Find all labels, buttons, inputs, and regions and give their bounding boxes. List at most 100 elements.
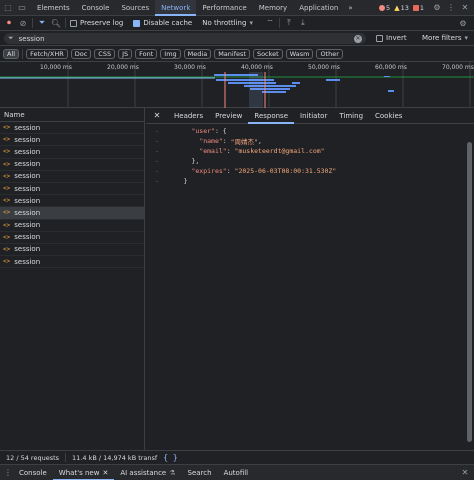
device-toolbar-icon[interactable]: ▭ [17,3,27,13]
request-row[interactable]: <> session [0,220,144,232]
drawer-tab-search[interactable]: Search [182,465,218,480]
type-filter-media[interactable]: Media [183,48,212,59]
requests-list: <> session <> session <> session <> session <> se… [0,122,144,269]
more-tabs-button[interactable]: » [344,0,356,16]
close-devtools-icon[interactable]: ✕ [460,3,470,13]
tab-response[interactable]: Response [248,108,295,124]
close-tab-icon[interactable]: ✕ [102,469,108,477]
drawer-tab-autofill[interactable]: Autofill [218,465,255,480]
type-filter-all[interactable]: All [3,48,20,59]
errors-badge[interactable]: 5 [379,4,390,12]
request-detail-panel: ✕ Headers Preview Response Initiator Tim… [146,108,474,450]
tab-console[interactable]: Console [76,0,116,16]
network-settings-gear-icon[interactable]: ⚙ [458,18,468,28]
invert-checkbox[interactable]: Invert [376,34,407,42]
inspect-element-icon[interactable]: ⬚ [3,3,13,13]
json-punctuation: : [222,137,231,145]
timeline-highlight [249,72,263,108]
name-column-header[interactable]: Name [0,108,144,122]
network-overview-timeline[interactable]: 10,000 ms 20,000 ms 30,000 ms 40,000 ms … [0,62,474,108]
type-filter-font[interactable]: Font [135,48,158,59]
tab-elements[interactable]: Elements [31,0,76,16]
drawer-tab-whats-new[interactable]: What's new ✕ [52,465,115,480]
filter-icon[interactable]: ⏷ [37,18,47,28]
type-filter-doc[interactable]: Doc [70,48,92,59]
drawer-tab-ai-assistance[interactable]: AI assistance ⚗ [114,465,181,480]
tab-sources[interactable]: Sources [115,0,155,16]
tab-network[interactable]: Network [155,0,197,16]
import-har-icon[interactable]: ⤒ [284,18,294,28]
request-row[interactable]: <> session [0,183,144,196]
json-punctuation: } [168,177,188,185]
request-row[interactable]: <> session [0,256,144,269]
request-count: 12 / 54 requests [6,453,60,462]
tab-initiator[interactable]: Initiator [294,108,333,124]
type-filter-js[interactable]: JS [118,48,133,59]
more-options-icon[interactable]: ⋮ [446,3,456,13]
clear-icon[interactable]: ⊘ [18,18,28,28]
tab-memory[interactable]: Memory [253,0,293,16]
tab-performance[interactable]: Performance [196,0,252,16]
request-row[interactable]: <> session [0,122,144,135]
response-body[interactable]: - "user": { - "name": "周婧杰", - "email": … [146,124,474,186]
checkbox-box[interactable] [70,19,77,27]
close-detail-icon[interactable]: ✕ [152,111,162,121]
disable-cache-checkbox[interactable]: Disable cache [133,19,192,27]
export-har-icon[interactable]: ⤓ [298,18,308,28]
pretty-print-icon[interactable]: { } [163,453,177,462]
request-row[interactable]: <> session [0,134,144,147]
more-filters-dropdown[interactable]: More filters ▾ [422,34,468,42]
type-filter-manifest[interactable]: Manifest [214,48,250,59]
divider [22,48,24,59]
tab-headers[interactable]: Headers [168,108,209,124]
request-row[interactable]: <> session [0,195,144,208]
warnings-badge[interactable]: ▲ 13 [394,4,409,12]
request-row[interactable]: <> session [0,232,144,244]
throttling-value: No throttling [202,19,247,27]
issues-badge[interactable]: 1 [412,4,424,12]
request-name: session [14,208,41,217]
preserve-log-checkbox[interactable]: Preserve log [70,19,123,27]
type-filter-other[interactable]: Other [316,48,343,59]
type-filter-fetch-xhr[interactable]: Fetch/XHR [26,48,68,59]
tab-timing[interactable]: Timing [333,108,369,124]
request-name: session [14,257,41,266]
type-filter-socket[interactable]: Socket [252,48,283,59]
filter-value[interactable]: session [19,35,349,43]
issue-icon [412,4,419,11]
type-filter-wasm[interactable]: Wasm [285,48,314,59]
record-stop-icon[interactable]: ⏺ [4,18,14,28]
search-icon[interactable]: 🔍︎ [51,18,61,28]
request-name: session [14,196,41,205]
type-filter-img[interactable]: Img [160,48,181,59]
fetch-request-icon: <> [3,148,11,156]
clear-filter-icon[interactable]: ✕ [354,34,362,43]
throttling-select[interactable]: No throttling ▾ [202,19,253,27]
drawer-menu-icon[interactable]: ⋮ [3,468,13,478]
vertical-scrollbar[interactable] [467,142,472,442]
checkbox-box[interactable] [376,34,383,42]
request-name: session [14,172,41,181]
tab-preview[interactable]: Preview [209,108,248,124]
tab-cookies[interactable]: Cookies [369,108,408,124]
type-filter-css[interactable]: CSS [94,48,116,59]
more-filters-label: More filters [422,34,462,42]
fetch-request-icon: <> [3,233,11,241]
fetch-request-icon: <> [3,221,11,229]
errors-count: 5 [386,3,391,12]
request-row[interactable]: <> session [0,159,144,171]
checkbox-box[interactable] [133,19,141,27]
request-row[interactable]: <> session [0,171,144,183]
fetch-request-icon: <> [3,160,11,168]
settings-gear-icon[interactable]: ⚙ [432,3,442,13]
close-drawer-icon[interactable]: ✕ [460,468,470,478]
network-conditions-wifi-icon[interactable]: ⌔ [265,18,275,28]
filter-input[interactable]: ⏷ session ✕ [4,33,366,44]
request-row[interactable]: <> session [0,146,144,159]
tab-application[interactable]: Application [293,0,344,16]
drawer-tab-console[interactable]: Console [13,465,53,480]
code-line: - "email": "musketeerdt@gmail.com" [146,146,474,156]
request-row[interactable]: <> session [0,244,144,257]
request-row[interactable]: <> session [0,207,144,220]
